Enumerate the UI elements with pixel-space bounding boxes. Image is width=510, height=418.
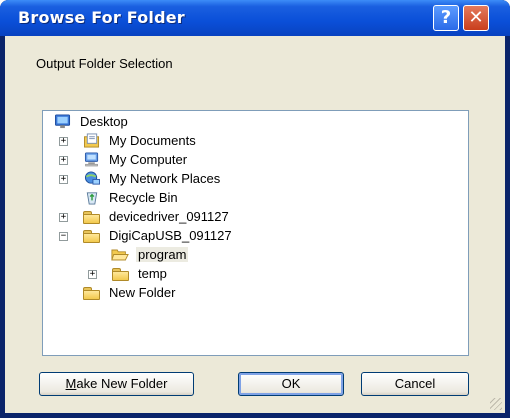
tree-item-desktop[interactable]: Desktop	[49, 113, 249, 131]
tree-item-my-computer[interactable]: + My Computer	[49, 151, 269, 169]
collapse-toggle[interactable]: −	[59, 232, 68, 241]
tree-item-temp[interactable]: + temp	[49, 265, 269, 283]
window-title: Browse For Folder	[18, 8, 185, 27]
tree-item-new-folder[interactable]: New Folder	[49, 284, 269, 302]
desktop-icon	[55, 114, 71, 129]
tree-item-devicedriver[interactable]: + devicedriver_091127	[49, 208, 289, 226]
recycle-bin-icon	[86, 192, 98, 205]
help-button[interactable]: ?	[433, 5, 459, 31]
resize-grip[interactable]	[490, 398, 502, 410]
expand-toggle[interactable]: +	[59, 213, 68, 222]
tree-item-label: My Computer	[109, 152, 188, 167]
browse-folder-dialog: Browse For Folder ? ✕ Output Folder Sele…	[0, 0, 510, 418]
close-button[interactable]: ✕	[463, 5, 489, 31]
expand-toggle[interactable]: +	[88, 270, 97, 279]
tree-item-label: program	[136, 247, 189, 262]
folder-tree[interactable]: Desktop + My Documents + My Computer + M…	[42, 110, 469, 356]
prompt-text: Output Folder Selection	[36, 56, 173, 71]
dialog-body: Output Folder Selection Desktop + My Doc…	[5, 36, 505, 413]
tree-item-label: Desktop	[80, 114, 128, 129]
expand-toggle[interactable]: +	[59, 137, 68, 146]
documents-icon	[84, 133, 100, 148]
tree-item-my-documents[interactable]: + My Documents	[49, 132, 269, 150]
title-bar[interactable]: Browse For Folder ? ✕	[0, 0, 510, 36]
tree-item-program[interactable]: program	[49, 246, 269, 264]
tree-item-label: DigiCapUSB_091127	[109, 228, 232, 243]
cancel-button[interactable]: Cancel	[361, 372, 469, 396]
tree-item-label: New Folder	[109, 285, 176, 300]
tree-item-label: temp	[138, 266, 167, 281]
ok-button[interactable]: OK	[238, 372, 344, 396]
expand-toggle[interactable]: +	[59, 175, 68, 184]
tree-item-label: Recycle Bin	[109, 190, 178, 205]
tree-item-label: My Network Places	[109, 171, 221, 186]
network-icon	[84, 171, 100, 185]
folder-open-icon	[111, 249, 129, 261]
expand-toggle[interactable]: +	[59, 156, 68, 165]
computer-icon	[84, 152, 99, 167]
tree-item-recycle-bin[interactable]: Recycle Bin	[49, 189, 269, 207]
tree-item-my-network-places[interactable]: + My Network Places	[49, 170, 289, 188]
tree-item-label: devicedriver_091127	[109, 209, 229, 224]
tree-item-label: My Documents	[109, 133, 196, 148]
tree-item-digicapusb[interactable]: − DigiCapUSB_091127	[49, 227, 289, 245]
make-new-folder-button[interactable]: Make New Folder	[39, 372, 194, 396]
